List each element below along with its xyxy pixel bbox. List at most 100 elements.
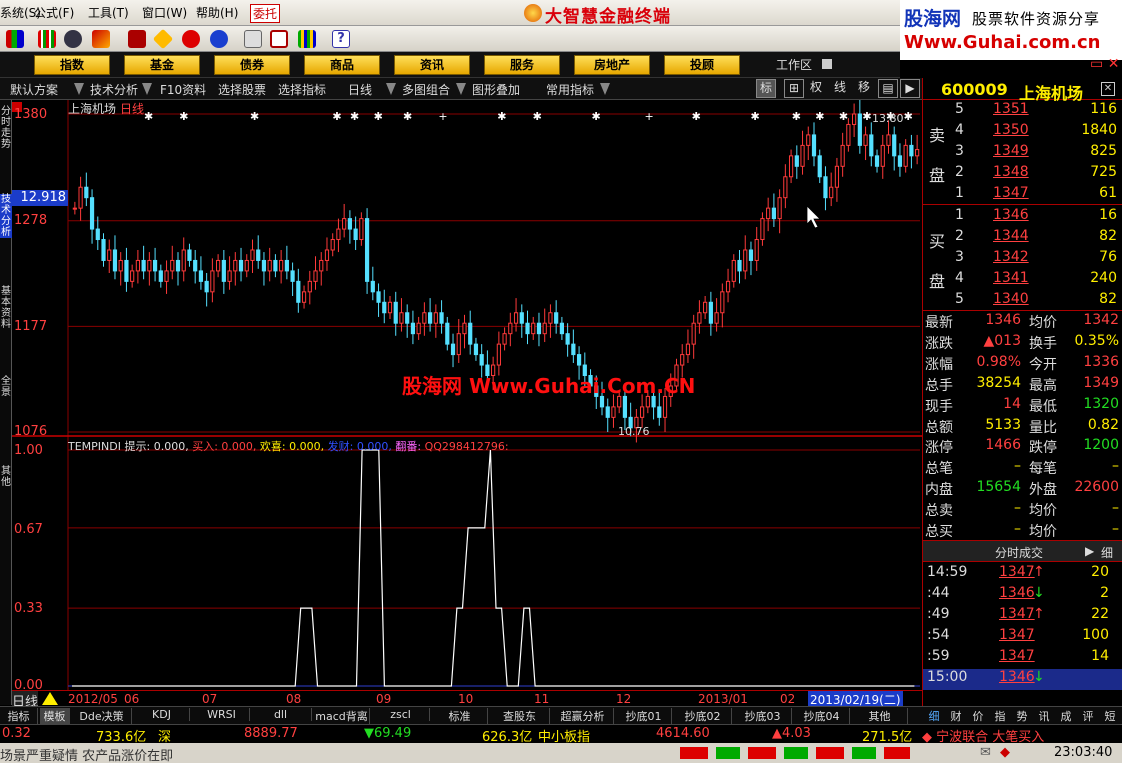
- tab-technical[interactable]: 技术分析: [0, 194, 12, 238]
- bid-row[interactable]: 4 1341 240: [953, 270, 1122, 291]
- help-icon[interactable]: ?: [332, 30, 350, 48]
- menu-entrust[interactable]: 委托: [250, 4, 281, 23]
- globe-icon[interactable]: [210, 30, 228, 48]
- indicator-tab[interactable]: 抄底01: [616, 708, 672, 724]
- workarea-dropdown-icon[interactable]: [822, 59, 832, 69]
- fb-dropdown-icon[interactable]: [600, 83, 610, 95]
- ticks-next-icon[interactable]: ▶: [1085, 544, 1094, 558]
- cat-news-button[interactable]: 资讯: [394, 55, 470, 75]
- indicator-tab[interactable]: 抄底02: [674, 708, 732, 724]
- ask-row[interactable]: 5 1351 116: [953, 101, 1122, 122]
- next-icon[interactable]: ▶: [900, 79, 920, 98]
- indicator-tab[interactable]: 查股东: [490, 708, 550, 724]
- diamond-icon[interactable]: [152, 28, 174, 50]
- ticks-title[interactable]: 分时成交: [995, 544, 1043, 561]
- indicator-tab[interactable]: macd背离: [314, 708, 370, 724]
- fb-common-indicator[interactable]: 常用指标: [546, 81, 594, 98]
- indicator-tab[interactable]: zscl: [372, 708, 430, 721]
- crosshair-icon[interactable]: ⊞: [784, 79, 804, 98]
- cat-realestate-button[interactable]: 房地产: [574, 55, 650, 75]
- fb-default-scheme[interactable]: 默认方案: [10, 81, 58, 98]
- ask-row[interactable]: 1 1347 61: [953, 185, 1122, 206]
- quote-tab[interactable]: 势: [1012, 708, 1032, 724]
- quote-tab[interactable]: 价: [968, 708, 988, 724]
- kline-icon[interactable]: [38, 30, 56, 48]
- tool-move[interactable]: 移: [854, 79, 874, 98]
- fb-select-indicator[interactable]: 选择指标: [278, 81, 326, 98]
- print-icon[interactable]: [244, 30, 262, 48]
- ask-row[interactable]: 2 1348 725: [953, 164, 1122, 185]
- indicator-tab[interactable]: 指标: [0, 708, 38, 724]
- menu-help[interactable]: 帮助(H): [196, 4, 238, 21]
- bid-row[interactable]: 3 1342 76: [953, 249, 1122, 270]
- tab-intraday[interactable]: 分时走势: [0, 106, 12, 150]
- fb-daily[interactable]: 日线: [348, 81, 372, 98]
- indicator-tab[interactable]: Dde决策: [72, 708, 132, 724]
- fb-f10[interactable]: F10资料: [160, 81, 206, 98]
- chart-area[interactable]: ✱ ✱ ✱ ✱ ✱ ✱ ✱ + ✱ ✱ ✱ + ✱ ✱ ✱ ✱ ✱ ✱ ✱ ✱ 上海机场 日线 12.918 1380…: [12, 99, 922, 710]
- menu-tools[interactable]: 工具(T): [88, 4, 129, 21]
- layout-icon[interactable]: ▤: [878, 79, 898, 98]
- fb-dropdown-icon[interactable]: [74, 83, 84, 95]
- news-ticker[interactable]: 场景严重疑情 农产品涨价在即: [0, 745, 173, 763]
- menu-formula[interactable]: 公式(F): [34, 4, 74, 21]
- speaker-icon[interactable]: ◆: [1000, 745, 1010, 760]
- price[interactable]: 1342: [993, 249, 1029, 265]
- mail-icon[interactable]: ✉: [980, 745, 991, 760]
- ticks-detail[interactable]: 细: [1101, 544, 1113, 561]
- fb-tech-analysis[interactable]: 技术分析: [90, 81, 138, 98]
- ask-row[interactable]: 4 1350 1840: [953, 122, 1122, 143]
- fb-select-stock[interactable]: 选择股票: [218, 81, 266, 98]
- quote-icon[interactable]: [6, 30, 24, 48]
- price[interactable]: 1341: [993, 270, 1029, 286]
- alert-icon[interactable]: [128, 30, 146, 48]
- binoculars-icon[interactable]: [64, 30, 82, 48]
- fb-dropdown-icon[interactable]: [456, 83, 466, 95]
- bid-row[interactable]: 1 1346 16: [953, 207, 1122, 228]
- restore-icon[interactable]: ▭: [1090, 56, 1103, 72]
- quote-tab[interactable]: 成: [1056, 708, 1076, 724]
- quote-tab[interactable]: 细: [924, 708, 944, 724]
- price[interactable]: 1344: [993, 228, 1029, 244]
- cat-fund-button[interactable]: 基金: [124, 55, 200, 75]
- indicator-tab[interactable]: WRSI: [194, 708, 250, 721]
- workarea-label[interactable]: 工作区: [776, 56, 812, 73]
- price[interactable]: 1349: [993, 143, 1029, 159]
- tab-other[interactable]: 其他: [0, 466, 12, 488]
- quote-tab[interactable]: 短: [1100, 708, 1120, 724]
- indicator-tab[interactable]: 抄底03: [734, 708, 792, 724]
- price[interactable]: 1347: [993, 185, 1029, 201]
- cat-commodity-button[interactable]: 商品: [304, 55, 380, 75]
- indicator-tab[interactable]: 超赢分析: [552, 708, 614, 724]
- tab-panorama[interactable]: 全景: [0, 376, 12, 398]
- tool-weight[interactable]: 权: [806, 79, 826, 98]
- price[interactable]: 1351: [993, 101, 1029, 117]
- fb-multi-chart[interactable]: 多图组合: [402, 81, 450, 98]
- price[interactable]: 1346: [993, 207, 1029, 223]
- cat-bond-button[interactable]: 债券: [214, 55, 290, 75]
- tools-icon[interactable]: [92, 30, 110, 48]
- books-icon[interactable]: [298, 30, 316, 48]
- indicator-tab[interactable]: 模板: [40, 708, 70, 724]
- cat-index-button[interactable]: 指数: [34, 55, 110, 75]
- kline-chart-svg[interactable]: ✱ ✱ ✱ ✱ ✱ ✱ ✱ + ✱ ✱ ✱ + ✱ ✱ ✱ ✱ ✱ ✱ ✱ ✱: [12, 99, 922, 706]
- indicator-tab[interactable]: KDJ: [134, 708, 190, 721]
- indicator-tab[interactable]: 其他: [852, 708, 908, 724]
- fb-dropdown-icon[interactable]: [386, 83, 396, 95]
- record-icon[interactable]: [182, 30, 200, 48]
- tab-fundamentals[interactable]: 基本资料: [0, 286, 12, 330]
- quote-tab[interactable]: 评: [1078, 708, 1098, 724]
- tool-line[interactable]: 线: [830, 79, 850, 98]
- price[interactable]: 1348: [993, 164, 1029, 180]
- fb-dropdown-icon[interactable]: [142, 83, 152, 95]
- close-icon[interactable]: ✕: [1108, 56, 1120, 72]
- window-icon[interactable]: [270, 30, 288, 48]
- quote-tab[interactable]: 财: [946, 708, 966, 724]
- quote-tab[interactable]: 讯: [1034, 708, 1054, 724]
- indicator-tab[interactable]: dll: [250, 708, 312, 721]
- cat-service-button[interactable]: 服务: [484, 55, 560, 75]
- period-up-icon[interactable]: [42, 692, 58, 705]
- tool-mark[interactable]: 标: [756, 79, 776, 98]
- ask-row[interactable]: 3 1349 825: [953, 143, 1122, 164]
- bid-row[interactable]: 2 1344 82: [953, 228, 1122, 249]
